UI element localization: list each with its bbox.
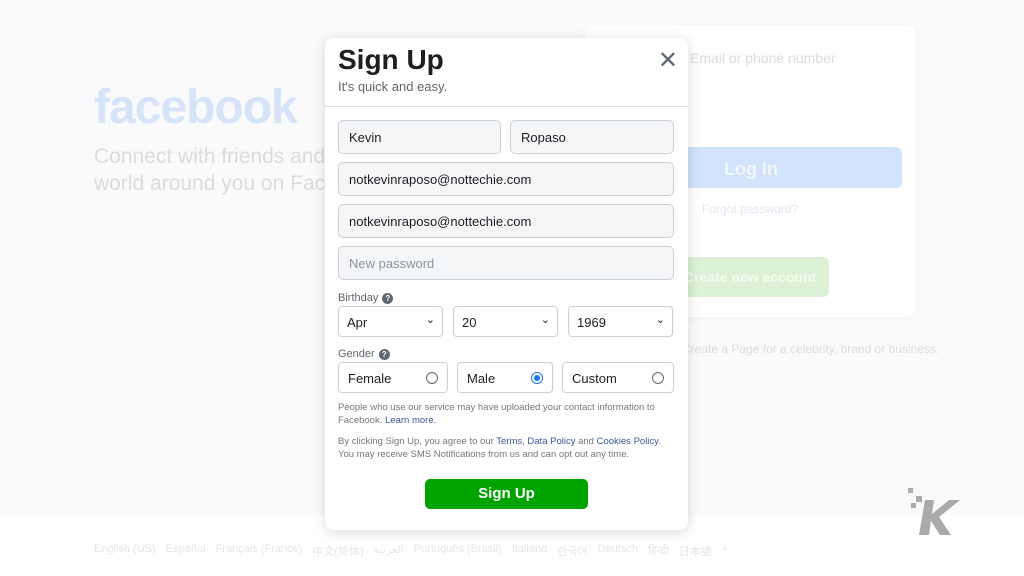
sms-text: You may receive SMS Notifications from u… bbox=[338, 448, 630, 460]
signup-modal: Sign Up It's quick and easy. ✕ Kevin Rop… bbox=[325, 38, 688, 530]
forgot-password-link[interactable]: Forgot password? bbox=[702, 202, 798, 216]
gender-option-custom[interactable]: Custom bbox=[562, 362, 674, 393]
language-link[interactable]: 日本語 bbox=[679, 543, 712, 559]
help-icon[interactable]: ? bbox=[378, 348, 390, 360]
day-value: 20 bbox=[462, 315, 477, 330]
language-link[interactable]: العربية bbox=[374, 543, 404, 559]
language-link[interactable]: Italiano bbox=[512, 543, 547, 559]
modal-subtitle: It's quick and easy. bbox=[338, 79, 448, 94]
radio-button[interactable] bbox=[426, 372, 438, 384]
gender-label-custom: Custom bbox=[572, 371, 617, 386]
learn-more-link[interactable]: Learn more. bbox=[385, 415, 436, 426]
login-email-placeholder[interactable]: Email or phone number bbox=[690, 50, 836, 66]
cookies-policy-link[interactable]: Cookies Policy bbox=[597, 436, 659, 447]
language-link[interactable]: English (US) bbox=[94, 543, 156, 559]
watermark-k-logo bbox=[908, 488, 960, 535]
year-select[interactable]: 1969 ⌄ bbox=[568, 306, 673, 337]
birthday-label: Birthday? bbox=[338, 292, 394, 304]
last-name-input[interactable]: Ropaso bbox=[510, 120, 674, 154]
year-value: 1969 bbox=[577, 315, 606, 330]
terms-text: By clicking Sign Up, you agree to our bbox=[338, 436, 494, 447]
password-input[interactable]: New password bbox=[338, 246, 674, 280]
gender-label: Gender? bbox=[338, 348, 390, 360]
language-link[interactable]: 中文(简体) bbox=[312, 543, 363, 559]
terms-link[interactable]: Terms bbox=[496, 436, 522, 447]
terms-notice: By clicking Sign Up, you agree to our Te… bbox=[338, 436, 661, 460]
facebook-logo: facebook bbox=[94, 81, 298, 134]
birthday-label-text: Birthday bbox=[338, 292, 379, 304]
more-languages-button[interactable]: + bbox=[722, 543, 728, 559]
language-link[interactable]: 한국어 bbox=[557, 543, 587, 559]
chevron-down-icon: ⌄ bbox=[425, 314, 435, 326]
language-link[interactable]: Français (France) bbox=[216, 543, 303, 559]
email-confirm-input[interactable]: notkevinraposo@nottechie.com bbox=[338, 204, 674, 238]
chevron-down-icon: ⌄ bbox=[655, 314, 665, 326]
gender-option-male[interactable]: Male bbox=[457, 362, 553, 393]
gender-label-female: Female bbox=[348, 371, 392, 386]
chevron-down-icon: ⌄ bbox=[540, 314, 550, 326]
create-page-link[interactable]: Create a Page for a celebrity, brand or … bbox=[682, 342, 939, 356]
language-list: English (US) Español Français (France) 中… bbox=[94, 543, 728, 559]
close-icon[interactable]: ✕ bbox=[658, 46, 678, 75]
radio-button-selected[interactable] bbox=[531, 372, 543, 384]
email-input[interactable]: notkevinraposo@nottechie.com bbox=[338, 162, 674, 196]
day-select[interactable]: 20 ⌄ bbox=[453, 306, 558, 337]
language-link[interactable]: हिन्दी bbox=[648, 543, 669, 559]
language-link[interactable]: Português (Brasil) bbox=[414, 543, 502, 559]
first-name-input[interactable]: Kevin bbox=[338, 120, 501, 154]
modal-title: Sign Up bbox=[338, 44, 444, 75]
help-icon[interactable]: ? bbox=[382, 292, 394, 304]
sign-up-button[interactable]: Sign Up bbox=[425, 479, 588, 509]
radio-button[interactable] bbox=[652, 372, 664, 384]
month-value: Apr bbox=[347, 315, 368, 330]
data-policy-link[interactable]: Data Policy bbox=[527, 436, 575, 447]
gender-label-text: Gender bbox=[338, 348, 375, 360]
contact-info-notice: People who use our service may have uplo… bbox=[338, 402, 678, 427]
gender-label-male: Male bbox=[467, 371, 496, 386]
gender-option-female[interactable]: Female bbox=[338, 362, 448, 393]
terms-and: and bbox=[578, 436, 594, 447]
month-select[interactable]: Apr ⌄ bbox=[338, 306, 443, 337]
modal-header: Sign Up It's quick and easy. bbox=[325, 38, 688, 107]
language-link[interactable]: Español bbox=[166, 543, 206, 559]
language-link[interactable]: Deutsch bbox=[598, 543, 638, 559]
